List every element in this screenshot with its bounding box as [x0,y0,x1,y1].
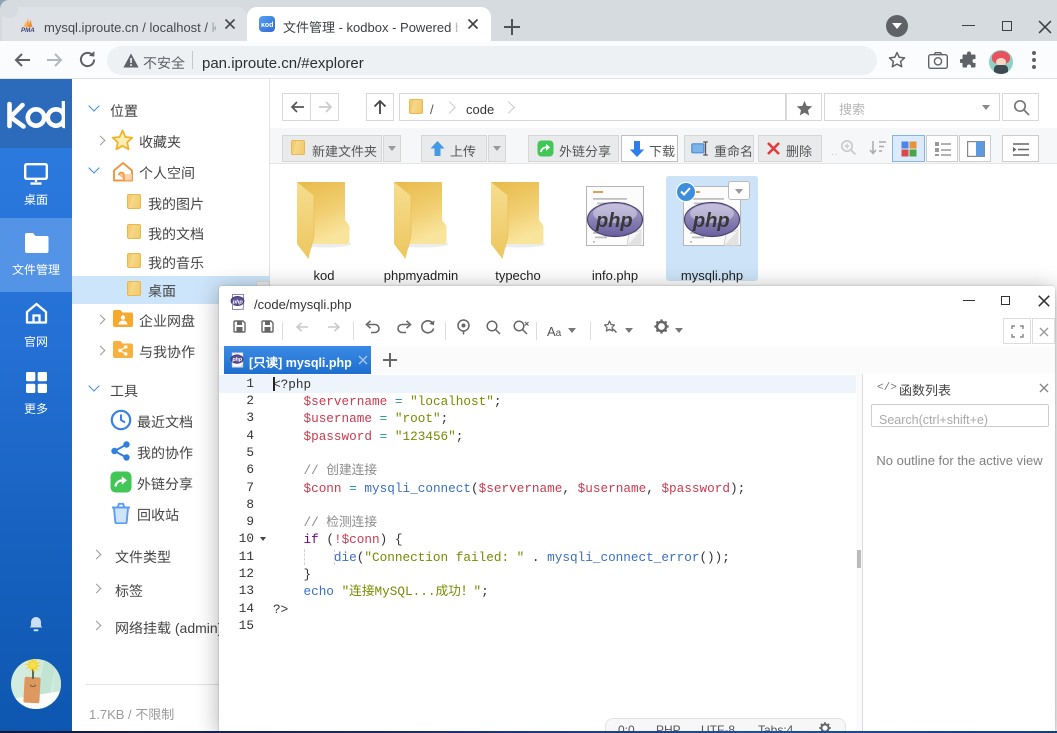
svg-text:PMA: PMA [21,27,35,33]
svg-text:php: php [231,357,242,363]
svg-text:php: php [232,299,244,305]
svg-text:php: php [595,210,633,232]
svg-text:php: php [692,210,730,232]
